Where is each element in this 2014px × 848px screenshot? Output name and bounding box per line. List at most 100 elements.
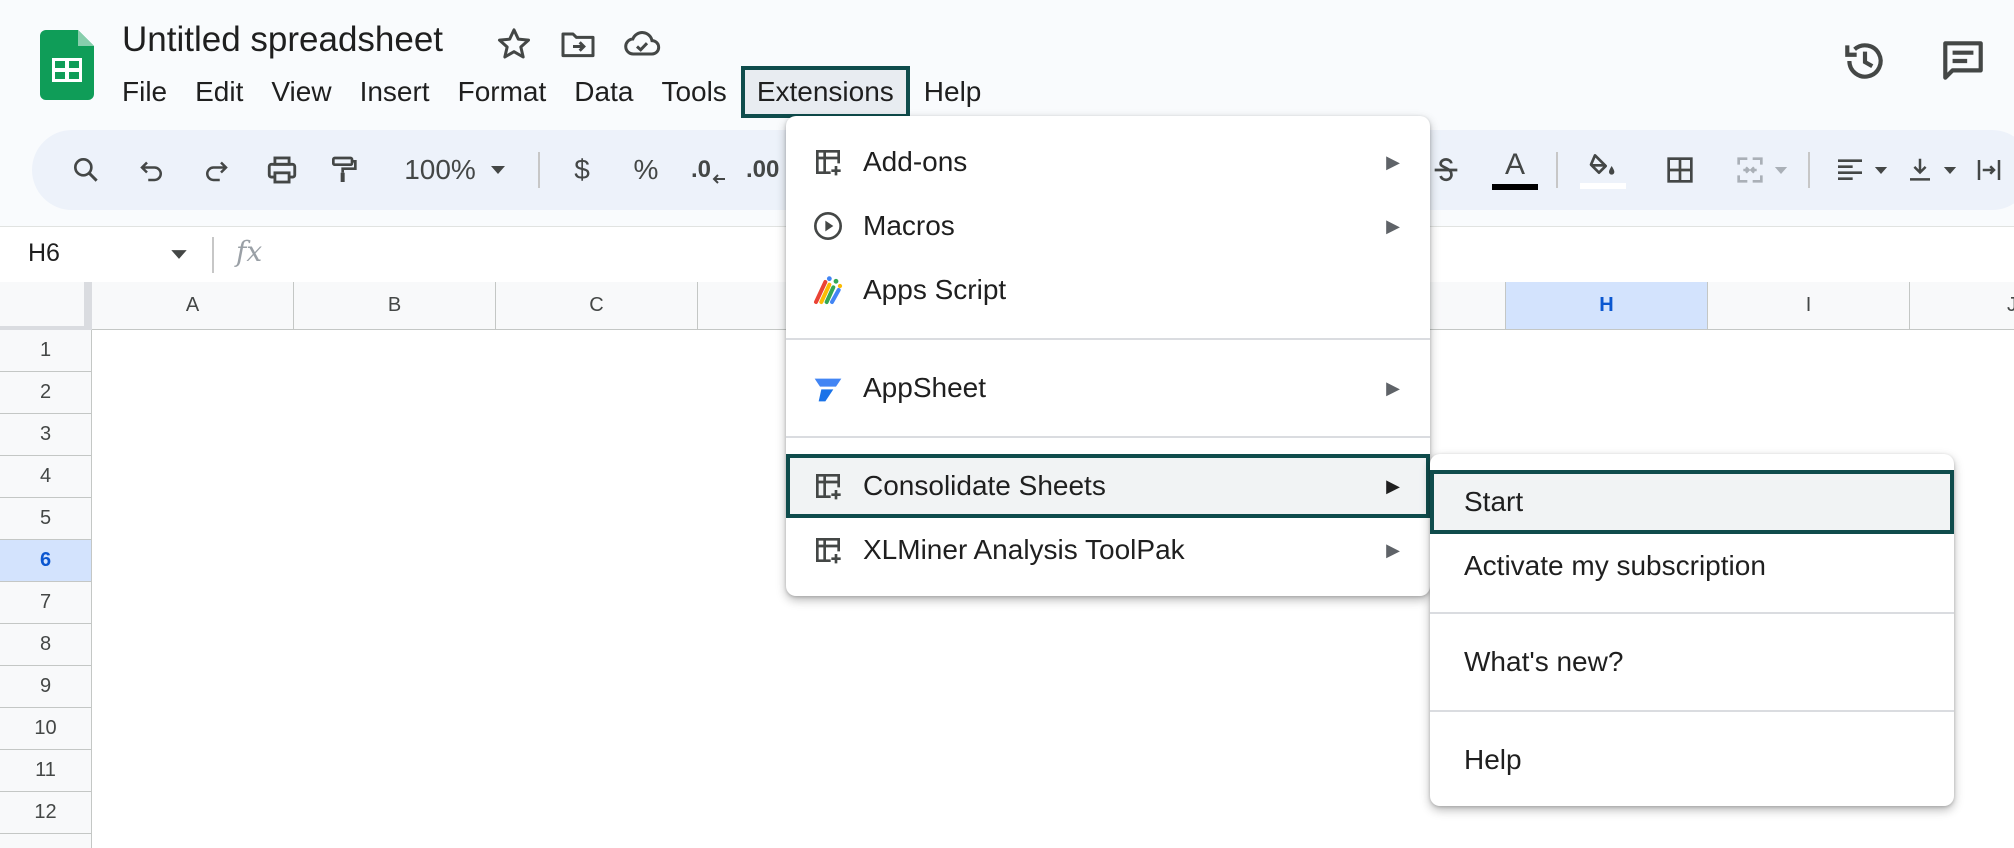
menu-item-label: XLMiner Analysis ToolPak — [863, 534, 1185, 565]
row-header-9[interactable]: 9 — [0, 666, 92, 708]
column-header-c[interactable]: C — [496, 282, 698, 330]
menu-item-appsheet[interactable]: AppSheet ▶ — [786, 356, 1430, 420]
menu-bar: File Edit View Insert Format Data Tools … — [108, 66, 995, 118]
document-title[interactable]: Untitled spreadsheet — [122, 20, 443, 60]
menu-item-add-ons[interactable]: Add-ons ▶ — [786, 130, 1430, 194]
row-header-8[interactable]: 8 — [0, 624, 92, 666]
submenu-item-help[interactable]: Help — [1430, 728, 1954, 792]
menu-item-macros[interactable]: Macros ▶ — [786, 194, 1430, 258]
row-header-3[interactable]: 3 — [0, 414, 92, 456]
comments-icon[interactable] — [1938, 36, 1988, 86]
strikethrough-button[interactable] — [1426, 130, 1466, 210]
decrease-decimal-button[interactable]: .0 — [684, 130, 734, 210]
menu-item-label: Consolidate Sheets — [863, 470, 1106, 501]
zoom-select[interactable]: 100% — [390, 130, 520, 210]
menu-format[interactable]: Format — [444, 66, 561, 118]
toolbar-separator — [1556, 152, 1558, 188]
submenu-arrow-icon: ▶ — [1386, 377, 1400, 398]
name-box[interactable]: H6 — [28, 239, 60, 268]
undo-icon — [140, 161, 162, 182]
menu-edit[interactable]: Edit — [181, 66, 257, 118]
text-wrap-button[interactable] — [1974, 130, 2014, 210]
strikethrough-icon — [1434, 158, 1458, 182]
menu-item-consolidate-sheets[interactable]: Consolidate Sheets ▶ — [786, 454, 1430, 518]
menu-tools[interactable]: Tools — [647, 66, 740, 118]
menu-data[interactable]: Data — [560, 66, 647, 118]
vertical-align-button[interactable] — [1896, 130, 1966, 210]
menu-divider — [786, 338, 1430, 340]
paint-format-button[interactable] — [324, 130, 364, 210]
print-button[interactable] — [260, 130, 304, 210]
merge-cells-button[interactable] — [1726, 130, 1796, 210]
column-header-i[interactable]: I — [1708, 282, 1910, 330]
row-header-6[interactable]: 6 — [0, 540, 92, 582]
menu-item-apps-script[interactable]: Apps Script — [786, 258, 1430, 322]
submenu-arrow-icon: ▶ — [1386, 539, 1400, 560]
redo-button[interactable] — [196, 130, 236, 210]
submenu-arrow-icon: ▶ — [1386, 151, 1400, 172]
currency-symbol: $ — [574, 154, 590, 185]
menu-divider — [786, 436, 1430, 438]
row-header-5[interactable]: 5 — [0, 498, 92, 540]
undo-button[interactable] — [132, 130, 172, 210]
add-ons-icon — [816, 150, 841, 176]
column-header-a[interactable]: A — [92, 282, 294, 330]
row-header-2[interactable]: 2 — [0, 372, 92, 414]
menu-divider — [1430, 710, 1954, 712]
redo-icon — [206, 161, 228, 182]
percent-format-button[interactable]: % — [626, 130, 666, 210]
column-header-b[interactable]: B — [294, 282, 496, 330]
select-all-corner[interactable] — [0, 282, 92, 330]
row-header-1[interactable]: 1 — [0, 330, 92, 372]
submenu-item-start[interactable]: Start — [1430, 470, 1954, 534]
menu-view[interactable]: View — [257, 66, 345, 118]
app-header: Untitled spreadsheet File Edit View Inse… — [0, 0, 2014, 128]
submenu-item-whats-new[interactable]: What's new? — [1430, 630, 1954, 694]
borders-button[interactable] — [1660, 130, 1700, 210]
column-header-j[interactable]: J — [1910, 282, 2014, 330]
extensions-menu: Add-ons ▶ Macros ▶ Apps Script AppSheet … — [786, 116, 1430, 596]
search-menus-button[interactable] — [66, 130, 106, 210]
add-on-table-icon — [816, 538, 841, 564]
fill-color-button[interactable] — [1578, 130, 1628, 210]
submenu-item-label: Activate my subscription — [1464, 550, 1766, 581]
row-header-12[interactable]: 12 — [0, 792, 92, 834]
text-color-swatch — [1492, 184, 1538, 190]
zoom-value: 100% — [404, 154, 476, 185]
horizontal-align-button[interactable] — [1826, 130, 1896, 210]
submenu-item-label: Start — [1464, 486, 1524, 517]
menu-extensions[interactable]: Extensions — [740, 66, 910, 118]
paint-format-icon — [332, 156, 357, 182]
play-circle-icon — [814, 212, 842, 240]
star-icon[interactable] — [494, 24, 534, 64]
column-header-h[interactable]: H — [1506, 282, 1708, 330]
percent-symbol: % — [633, 154, 659, 185]
menu-item-label: Macros — [863, 210, 955, 241]
search-icon — [74, 158, 98, 182]
move-folder-icon[interactable] — [558, 24, 598, 64]
row-header-13-partial[interactable] — [0, 834, 92, 848]
menu-file[interactable]: File — [108, 66, 181, 118]
version-history-icon[interactable] — [1840, 36, 1890, 86]
text-color-button[interactable]: A — [1490, 130, 1540, 210]
row-header-7[interactable]: 7 — [0, 582, 92, 624]
text-wrap-icon — [1977, 160, 2001, 180]
row-header-11[interactable]: 11 — [0, 750, 92, 792]
menu-insert[interactable]: Insert — [346, 66, 444, 118]
menu-item-label: AppSheet — [863, 372, 986, 403]
menu-item-xlminer[interactable]: XLMiner Analysis ToolPak ▶ — [786, 518, 1430, 582]
merge-cells-icon — [1737, 157, 1763, 183]
chevron-down-icon[interactable] — [170, 249, 188, 260]
row-header-4[interactable]: 4 — [0, 456, 92, 498]
submenu-item-label: Help — [1464, 744, 1522, 775]
row-header-10[interactable]: 10 — [0, 708, 92, 750]
cloud-saved-icon[interactable] — [622, 24, 662, 64]
currency-format-button[interactable]: $ — [562, 130, 602, 210]
submenu-item-label: What's new? — [1464, 646, 1624, 677]
sheets-logo-icon[interactable] — [40, 30, 94, 100]
increase-decimal-button[interactable]: .00 — [746, 130, 786, 210]
formula-separator — [212, 237, 214, 273]
submenu-item-activate-subscription[interactable]: Activate my subscription — [1430, 534, 1954, 598]
menu-help[interactable]: Help — [910, 66, 996, 118]
fx-icon: fx — [236, 235, 263, 268]
